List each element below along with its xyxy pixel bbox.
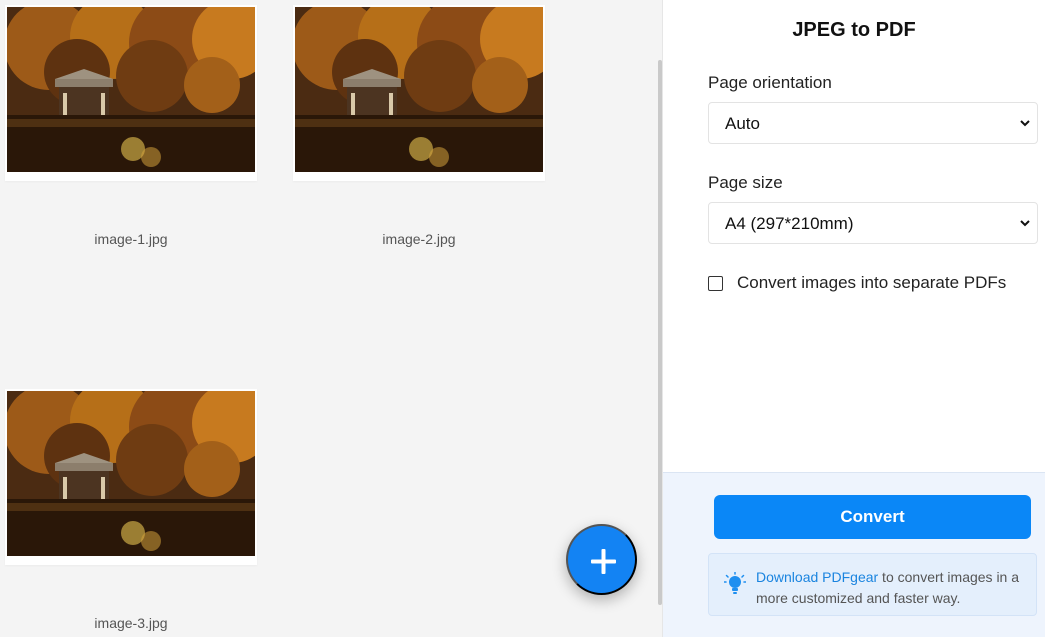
image-card[interactable]: image-3.jpg <box>5 389 257 631</box>
page-orientation-label: Page orientation <box>708 73 832 92</box>
page-orientation-value: Auto <box>725 114 760 133</box>
panel-title: JPEG to PDF <box>792 19 916 42</box>
separate-pdfs-option[interactable]: Convert images into separate PDFs <box>708 271 1006 295</box>
page-size-select[interactable]: A4 (297*210mm) <box>708 202 1038 244</box>
tip-text: Download PDFgear to convert images in a … <box>756 567 1031 609</box>
image-filename: image-3.jpg <box>94 615 168 631</box>
separate-pdfs-checkbox[interactable] <box>708 275 723 291</box>
autumn-lake-image <box>295 7 543 172</box>
separate-pdfs-label: Convert images into separate PDFs <box>737 273 1007 292</box>
pdfgear-tip: Download PDFgear to convert images in a … <box>708 553 1037 616</box>
conversion-settings-panel: JPEG to PDF Page orientation Auto Page s… <box>662 0 1045 637</box>
plus-icon <box>591 549 616 574</box>
page-size-label: Page size <box>708 173 783 192</box>
download-pdfgear-link[interactable]: Download PDFgear <box>756 569 878 585</box>
image-thumbnail-frame[interactable] <box>5 5 257 181</box>
image-thumbnail-frame[interactable] <box>293 5 545 181</box>
app-window: image-1.jpg image-2.jpg image-3.jpg JPEG… <box>0 0 1045 637</box>
page-orientation-select[interactable]: Auto <box>708 102 1038 144</box>
image-gallery: image-1.jpg image-2.jpg image-3.jpg <box>0 0 662 637</box>
image-card[interactable]: image-2.jpg <box>293 5 545 247</box>
image-filename: image-2.jpg <box>382 231 456 247</box>
image-card[interactable]: image-1.jpg <box>5 5 257 247</box>
autumn-lake-image <box>7 7 255 172</box>
autumn-lake-image <box>7 391 255 556</box>
image-filename: image-1.jpg <box>94 231 168 247</box>
image-thumbnail[interactable] <box>7 7 255 172</box>
image-thumbnail[interactable] <box>7 391 255 556</box>
convert-button[interactable]: Convert <box>714 495 1031 539</box>
panel-footer: Convert Download PDFgear to convert imag… <box>663 472 1045 637</box>
chevron-down-icon <box>1020 220 1030 227</box>
lightbulb-icon <box>724 572 746 594</box>
image-thumbnail[interactable] <box>295 7 543 172</box>
page-size-value: A4 (297*210mm) <box>725 214 854 233</box>
add-images-button[interactable] <box>566 524 637 595</box>
image-thumbnail-frame[interactable] <box>5 389 257 565</box>
chevron-down-icon <box>1020 120 1030 127</box>
